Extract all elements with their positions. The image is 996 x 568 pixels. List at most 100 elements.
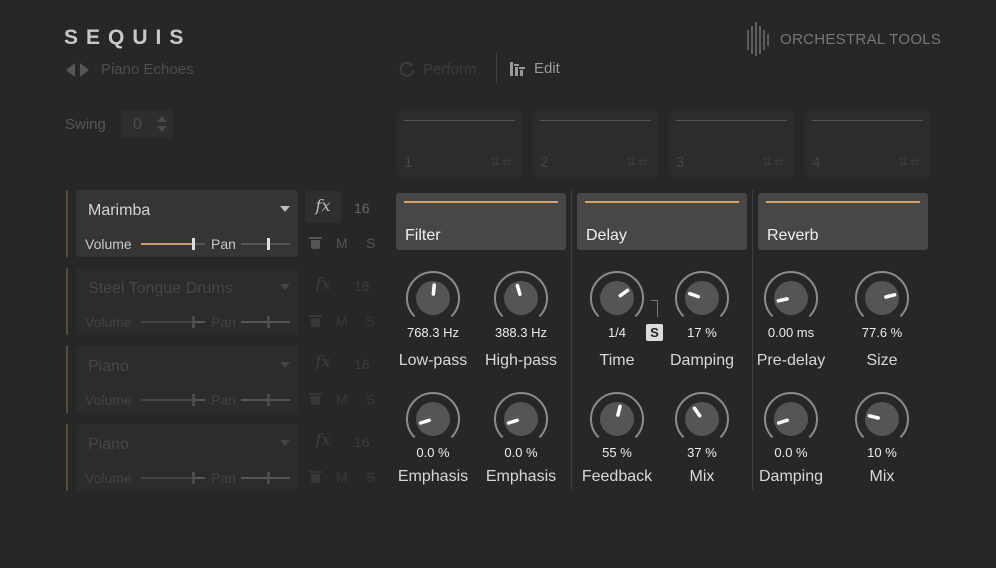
slot-line xyxy=(676,120,787,121)
layer-instrument-name[interactable]: Steel Tongue Drums xyxy=(88,280,233,298)
swing-stepper[interactable]: 0 xyxy=(121,110,173,138)
reverb-knob[interactable] xyxy=(763,391,819,447)
solo-button[interactable]: S xyxy=(366,469,375,485)
pattern-slot-1[interactable]: 1 ⇅⇄ xyxy=(396,111,523,177)
volume-fill xyxy=(141,399,194,401)
refresh-icon xyxy=(399,61,415,77)
brand-logo: ORCHESTRAL TOOLS xyxy=(746,22,941,56)
volume-handle[interactable] xyxy=(192,394,196,406)
volume-slider[interactable] xyxy=(141,316,205,328)
layer-accent xyxy=(66,268,68,335)
volume-slider[interactable] xyxy=(141,238,205,250)
volume-label: Volume xyxy=(85,314,132,330)
layer-instrument-name[interactable]: Marimba xyxy=(88,202,150,220)
chevron-down-icon[interactable] xyxy=(280,284,290,290)
mute-button[interactable]: M xyxy=(336,313,348,329)
volume-label: Volume xyxy=(85,470,132,486)
layer-instrument-name[interactable]: Piano xyxy=(88,436,129,454)
reverb-knob[interactable] xyxy=(854,270,910,326)
pan-handle[interactable] xyxy=(266,316,270,328)
mode-divider xyxy=(496,52,497,84)
volume-slider[interactable] xyxy=(141,472,205,484)
pattern-slot-2[interactable]: 2 ⇅⇄ xyxy=(532,111,659,177)
filter-enable-bar[interactable] xyxy=(404,201,558,203)
swing-value: 0 xyxy=(133,116,142,133)
volume-slider[interactable] xyxy=(141,394,205,406)
midi-channel[interactable]: 16 xyxy=(354,356,370,372)
perform-mode-button[interactable]: Perform xyxy=(398,60,476,78)
chevron-down-icon[interactable] xyxy=(280,362,290,368)
layer-fx-button[interactable]: fx xyxy=(305,425,341,457)
pan-handle[interactable] xyxy=(266,394,270,406)
pan-slider[interactable] xyxy=(241,394,290,406)
pattern-slot-3[interactable]: 3 ⇅⇄ xyxy=(668,111,795,177)
volume-handle[interactable] xyxy=(192,316,196,328)
pattern-slot-4[interactable]: 4 ⇅⇄ xyxy=(804,111,931,177)
midi-channel[interactable]: 16 xyxy=(354,200,370,216)
volume-handle[interactable] xyxy=(192,472,196,484)
trash-icon[interactable] xyxy=(309,471,322,483)
mute-button[interactable]: M xyxy=(336,391,348,407)
slot-number: 2 xyxy=(540,154,549,171)
filter-knob[interactable] xyxy=(493,270,549,326)
trash-icon[interactable] xyxy=(309,237,322,249)
filter-knob[interactable] xyxy=(493,391,549,447)
slot-controls-icon[interactable]: ⇅⇄ xyxy=(490,155,514,169)
filter-panel[interactable]: Filter xyxy=(396,193,566,250)
pan-slider[interactable] xyxy=(241,238,290,250)
delay-panel[interactable]: Delay xyxy=(577,193,747,250)
slot-controls-icon[interactable]: ⇅⇄ xyxy=(626,155,650,169)
solo-button[interactable]: S xyxy=(366,313,375,329)
delay-enable-bar[interactable] xyxy=(585,201,739,203)
increment-icon[interactable] xyxy=(157,116,167,122)
layer-fx-button[interactable]: fx xyxy=(305,191,341,223)
filter-knob[interactable] xyxy=(405,270,461,326)
layer-1[interactable]: Marimba Volume Pan xyxy=(76,190,298,257)
chevron-down-icon[interactable] xyxy=(280,440,290,446)
reverb-knob[interactable] xyxy=(854,391,910,447)
layer-fx-button[interactable]: fx xyxy=(305,347,341,379)
reverb-enable-bar[interactable] xyxy=(766,201,920,203)
knob-value: 0.0 % xyxy=(504,445,538,460)
volume-handle[interactable] xyxy=(192,238,196,250)
delay-sync-button[interactable]: S xyxy=(646,324,663,341)
pan-slider[interactable] xyxy=(241,472,290,484)
pan-label: Pan xyxy=(211,392,236,408)
edit-mode-button[interactable]: Edit xyxy=(510,60,560,77)
decrement-icon[interactable] xyxy=(157,126,167,132)
filter-knob[interactable] xyxy=(405,391,461,447)
pan-slider[interactable] xyxy=(241,316,290,328)
layer-3[interactable]: Piano Volume Pan xyxy=(76,346,298,413)
midi-channel[interactable]: 16 xyxy=(354,278,370,294)
brand-name: ORCHESTRAL TOOLS xyxy=(780,30,942,48)
slot-controls-icon[interactable]: ⇅⇄ xyxy=(898,155,922,169)
chevron-down-icon[interactable] xyxy=(280,206,290,212)
preset-name[interactable]: Piano Echoes xyxy=(101,61,194,78)
preset-nav xyxy=(66,61,94,79)
slot-controls-icon[interactable]: ⇅⇄ xyxy=(762,155,786,169)
delay-knob[interactable] xyxy=(674,270,730,326)
mute-button[interactable]: M xyxy=(336,235,348,251)
delay-knob[interactable] xyxy=(589,270,645,326)
layer-fx-button[interactable]: fx xyxy=(305,269,341,301)
delay-knob[interactable] xyxy=(589,391,645,447)
layer-4[interactable]: Piano Volume Pan xyxy=(76,424,298,491)
solo-button[interactable]: S xyxy=(366,235,375,251)
reverb-panel[interactable]: Reverb xyxy=(758,193,928,250)
layer-2[interactable]: Steel Tongue Drums Volume Pan xyxy=(76,268,298,335)
midi-channel[interactable]: 16 xyxy=(354,434,370,450)
pan-handle[interactable] xyxy=(266,472,270,484)
mute-button[interactable]: M xyxy=(336,469,348,485)
reverb-knob[interactable] xyxy=(763,270,819,326)
knob-label: Low-pass xyxy=(398,352,468,369)
pan-handle[interactable] xyxy=(266,238,270,250)
delay-knob[interactable] xyxy=(674,391,730,447)
trash-icon[interactable] xyxy=(309,393,322,405)
prev-preset-icon[interactable] xyxy=(66,63,75,77)
trash-icon[interactable] xyxy=(309,315,322,327)
slot-line xyxy=(812,120,923,121)
pan-label: Pan xyxy=(211,470,236,486)
layer-instrument-name[interactable]: Piano xyxy=(88,358,129,376)
next-preset-icon[interactable] xyxy=(80,63,89,77)
solo-button[interactable]: S xyxy=(366,391,375,407)
